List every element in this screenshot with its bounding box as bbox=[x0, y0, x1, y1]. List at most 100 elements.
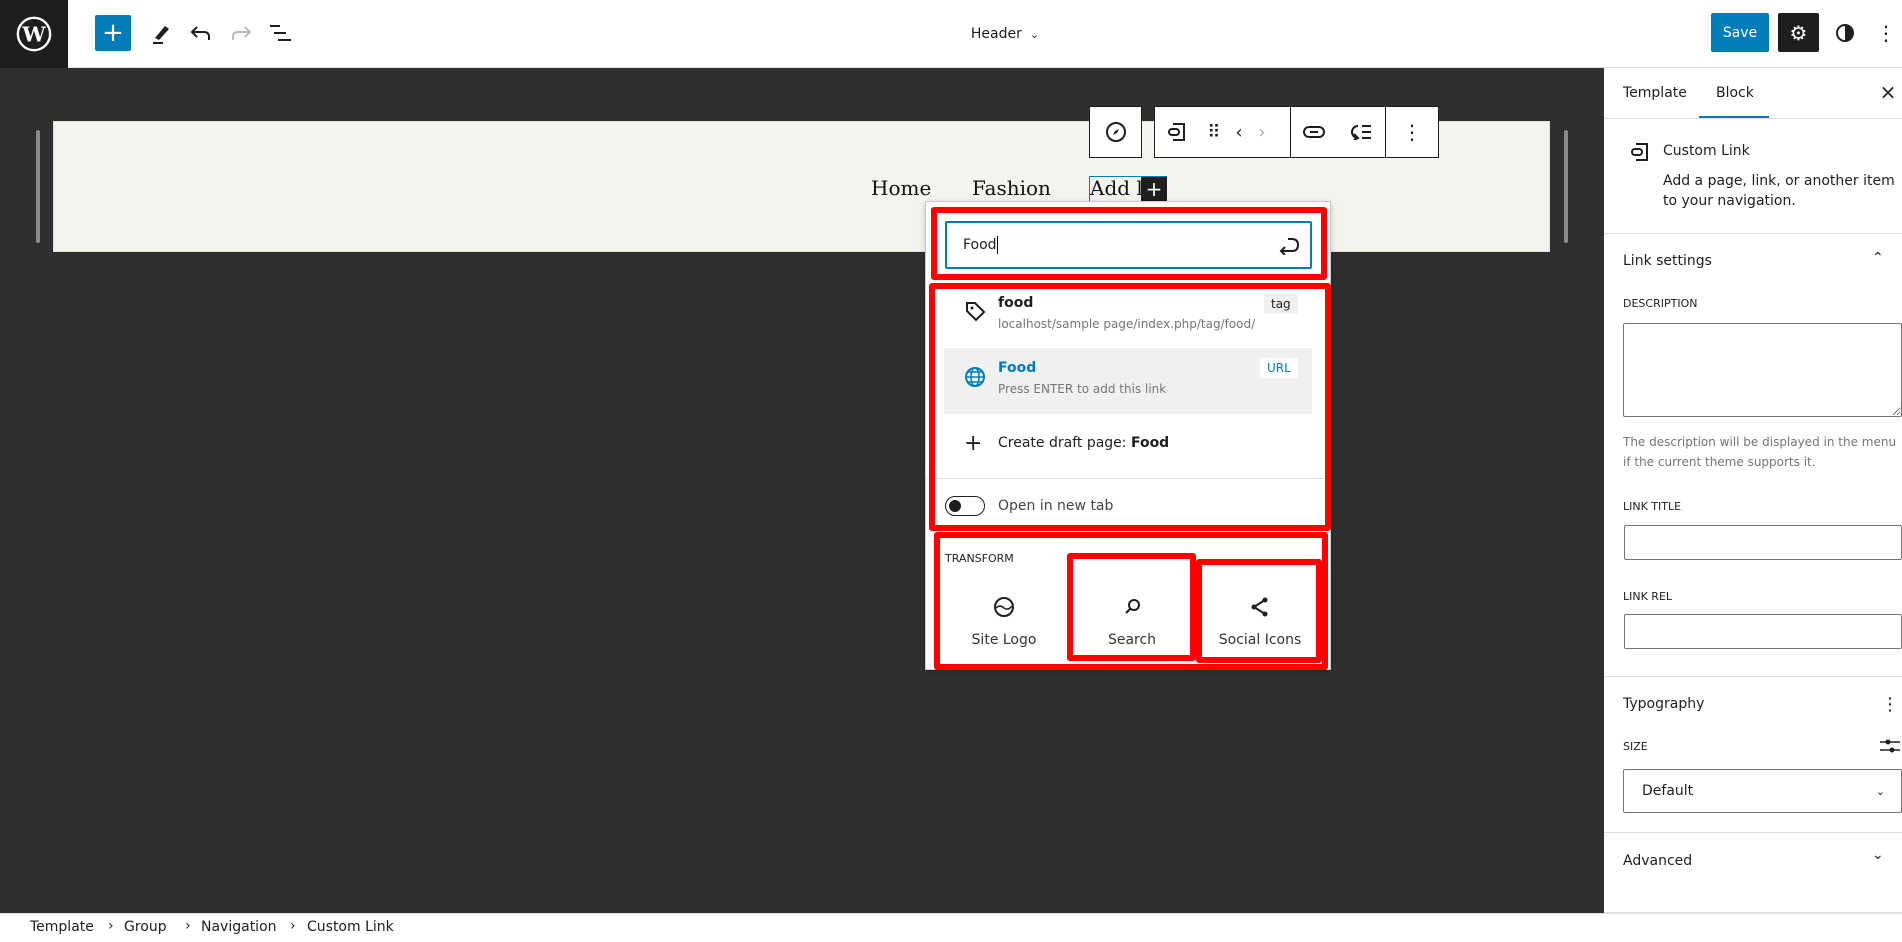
tab-template[interactable]: Template bbox=[1623, 85, 1687, 101]
transform-label: Site Logo bbox=[971, 632, 1037, 648]
search-result-food-tag[interactable]: food localhost/sample page/index.php/tag… bbox=[944, 292, 1312, 342]
chevron-right-icon: › bbox=[1258, 121, 1266, 143]
move-left-button[interactable]: ‹ bbox=[1229, 107, 1249, 157]
undo-button[interactable] bbox=[183, 15, 219, 51]
list-view-icon bbox=[270, 25, 291, 41]
undo-icon bbox=[190, 26, 210, 40]
divider bbox=[1604, 118, 1902, 119]
tab-block[interactable]: Block bbox=[1716, 85, 1754, 101]
description-textarea[interactable] bbox=[1623, 323, 1902, 417]
transform-social-icons[interactable]: Social Icons bbox=[1198, 578, 1322, 660]
close-sidebar-button[interactable]: × bbox=[1876, 80, 1900, 104]
options-button[interactable]: ⋮ bbox=[1872, 15, 1900, 51]
breadcrumb-custom-link: Custom Link bbox=[307, 919, 394, 935]
kebab-menu-icon: ⋮ bbox=[1881, 693, 1899, 715]
divider bbox=[926, 478, 1330, 479]
block-type-button[interactable] bbox=[1155, 107, 1199, 157]
search-icon bbox=[1125, 599, 1140, 614]
template-title-dropdown[interactable]: Header ⌄ bbox=[960, 18, 1050, 50]
link-search-input[interactable]: Food bbox=[945, 221, 1312, 269]
submenu-icon bbox=[1351, 125, 1371, 140]
block-inserter-button[interactable]: + bbox=[1141, 177, 1167, 201]
close-icon: × bbox=[1879, 80, 1897, 104]
block-toolbar: ⠿ ‹ › ⋮ bbox=[1154, 106, 1439, 158]
font-size-select[interactable]: Default ⌄ bbox=[1623, 769, 1902, 813]
chevron-right-icon: › bbox=[108, 918, 114, 934]
advanced-panel-toggle[interactable]: Advanced ⌄ bbox=[1604, 833, 1902, 889]
settings-sidebar: Template Block × Custom Link Add a page,… bbox=[1604, 68, 1902, 913]
description-label: DESCRIPTION bbox=[1623, 297, 1698, 310]
link-button[interactable] bbox=[1291, 107, 1337, 157]
wordpress-icon: W bbox=[16, 16, 52, 52]
save-button[interactable]: Save bbox=[1711, 13, 1769, 52]
transform-label: Social Icons bbox=[1218, 632, 1302, 648]
size-label: SIZE bbox=[1623, 740, 1648, 753]
panel-title: Advanced bbox=[1623, 853, 1693, 869]
breadcrumb: Template › Group › Navigation › Custom L… bbox=[0, 913, 1902, 942]
custom-link-icon bbox=[1631, 143, 1648, 161]
move-right-button[interactable]: › bbox=[1249, 107, 1275, 157]
transform-label: Search bbox=[1107, 632, 1157, 648]
typography-title: Typography bbox=[1623, 696, 1705, 712]
result-title: food bbox=[998, 295, 1034, 311]
nav-item-home[interactable]: Home bbox=[871, 176, 931, 200]
drag-handle[interactable]: ⠿ bbox=[1199, 107, 1229, 157]
template-title: Header bbox=[970, 26, 1022, 42]
typography-options-button[interactable]: ⋮ bbox=[1881, 692, 1899, 716]
kebab-menu-icon: ⋮ bbox=[1876, 21, 1896, 45]
breadcrumb-navigation[interactable]: Navigation bbox=[201, 919, 277, 935]
styles-button[interactable] bbox=[1828, 15, 1862, 51]
create-draft-page-button[interactable]: + Create draft page: Food bbox=[944, 424, 1312, 462]
svg-text:W: W bbox=[21, 22, 46, 47]
wordpress-logo-button[interactable]: W bbox=[0, 0, 68, 68]
open-in-new-tab-toggle[interactable] bbox=[945, 496, 985, 516]
toggle-knob bbox=[949, 500, 961, 512]
nav-item-fashion[interactable]: Fashion bbox=[972, 176, 1051, 200]
settings-button[interactable]: ⚙ bbox=[1778, 13, 1819, 52]
redo-button[interactable] bbox=[223, 15, 259, 51]
transform-heading: TRANSFORM bbox=[945, 552, 1014, 565]
link-rel-input[interactable] bbox=[1624, 614, 1902, 649]
top-toolbar: W + Header ⌄ Save ⚙ ⋮ bbox=[0, 0, 1902, 68]
block-options-button[interactable]: ⋮ bbox=[1386, 107, 1438, 157]
select-parent-button[interactable] bbox=[1089, 106, 1142, 158]
chevron-up-icon: ⌃ bbox=[1872, 250, 1884, 266]
link-settings-panel-toggle[interactable]: Link settings ⌃ bbox=[1604, 234, 1902, 290]
chevron-down-icon: ⌄ bbox=[1872, 847, 1884, 863]
submit-link-button[interactable] bbox=[1272, 229, 1306, 261]
resize-handle-right[interactable] bbox=[1564, 130, 1568, 243]
resize-handle-left[interactable] bbox=[36, 130, 40, 243]
result-title: Food bbox=[998, 360, 1037, 376]
breadcrumb-template[interactable]: Template bbox=[30, 919, 94, 935]
drag-handle-icon: ⠿ bbox=[1207, 121, 1221, 143]
add-submenu-button[interactable] bbox=[1337, 107, 1385, 157]
link-title-input[interactable] bbox=[1624, 525, 1902, 560]
chevron-down-icon: ⌄ bbox=[1029, 27, 1040, 41]
open-in-new-tab-label: Open in new tab bbox=[998, 498, 1114, 514]
edit-tool-button[interactable] bbox=[143, 15, 179, 51]
custom-size-toggle-icon[interactable] bbox=[1880, 738, 1900, 754]
chevron-down-icon: ⌄ bbox=[1875, 784, 1885, 798]
breadcrumb-group[interactable]: Group bbox=[124, 919, 167, 935]
transform-search[interactable]: Search bbox=[1070, 578, 1194, 660]
custom-link-icon bbox=[1168, 123, 1185, 141]
create-prefix: Create draft page: bbox=[998, 435, 1131, 451]
create-page-name: Food bbox=[1130, 435, 1170, 451]
transform-site-logo[interactable]: Site Logo bbox=[944, 578, 1064, 660]
gear-icon: ⚙ bbox=[1789, 20, 1808, 45]
plus-icon: + bbox=[964, 430, 983, 456]
add-block-button[interactable]: + bbox=[95, 15, 131, 51]
font-size-value: Default bbox=[1642, 783, 1694, 799]
link-title-label: LINK TITLE bbox=[1623, 500, 1682, 513]
link-rel-label: LINK REL bbox=[1623, 590, 1673, 603]
search-result-food-url[interactable]: Food Press ENTER to add this link URL bbox=[944, 348, 1312, 414]
globe-icon bbox=[965, 367, 985, 387]
contrast-icon bbox=[1836, 24, 1854, 42]
block-description: Add a page, link, or another item to you… bbox=[1663, 173, 1895, 209]
search-value: Food bbox=[963, 237, 997, 253]
block-title: Custom Link bbox=[1663, 143, 1750, 159]
list-view-button[interactable] bbox=[263, 15, 299, 51]
panel-title: Link settings bbox=[1623, 253, 1712, 269]
plus-icon: + bbox=[1145, 177, 1163, 201]
share-icon bbox=[1251, 597, 1268, 617]
